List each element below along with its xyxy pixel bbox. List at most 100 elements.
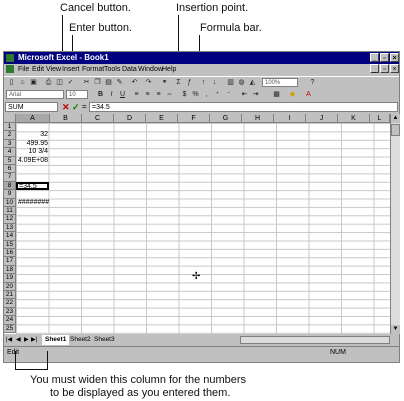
menu-edit[interactable]: Edit xyxy=(32,64,44,75)
save-icon[interactable]: ▣ xyxy=(29,78,38,87)
increase-indent-icon[interactable]: ⇥ xyxy=(251,90,260,99)
row-header[interactable]: 15 xyxy=(4,240,16,249)
borders-icon[interactable]: ▦ xyxy=(272,90,281,99)
undo-icon[interactable]: ↶ xyxy=(130,78,139,87)
row-header[interactable]: 10 xyxy=(4,198,16,207)
horizontal-scrollbar[interactable] xyxy=(240,336,390,344)
row-header[interactable]: 18 xyxy=(4,265,16,275)
next-sheet-icon[interactable]: ▶ xyxy=(24,335,29,345)
select-all-corner[interactable] xyxy=(4,114,16,123)
cell-a3[interactable]: 499.95 xyxy=(16,140,48,148)
row-header[interactable]: 25 xyxy=(4,324,16,333)
help-icon[interactable]: ? xyxy=(308,78,317,87)
row-header[interactable]: 17 xyxy=(4,257,16,266)
function-icon[interactable]: ƒ xyxy=(185,78,194,87)
cancel-button[interactable]: ✕ xyxy=(62,103,70,112)
close-button[interactable]: × xyxy=(390,53,399,62)
formula-input[interactable]: =34.5 xyxy=(89,102,398,112)
font-size-select[interactable]: 10 xyxy=(66,90,88,99)
row-header[interactable]: 12 xyxy=(4,215,16,224)
zoom-select[interactable]: 100% xyxy=(262,78,298,87)
align-center-icon[interactable]: ≡ xyxy=(143,90,152,99)
row-header[interactable]: 14 xyxy=(4,232,16,241)
menu-file[interactable]: File xyxy=(18,64,29,75)
row-header[interactable]: 2 xyxy=(4,131,16,140)
column-header-b[interactable]: B xyxy=(50,114,82,123)
row-header[interactable]: 24 xyxy=(4,316,16,325)
map-icon[interactable]: ◍ xyxy=(237,78,246,87)
row-header[interactable]: 21 xyxy=(4,291,16,300)
increase-decimal-icon[interactable]: ⁺ xyxy=(213,90,222,99)
column-header-d[interactable]: D xyxy=(114,114,146,123)
row-header[interactable]: 7 xyxy=(4,173,16,182)
row-header[interactable]: 13 xyxy=(4,223,16,233)
italic-button[interactable]: I xyxy=(107,90,116,99)
enter-button[interactable]: ✓ xyxy=(72,103,80,112)
name-box[interactable]: SUM xyxy=(5,102,58,112)
align-right-icon[interactable]: ≡ xyxy=(154,90,163,99)
column-header-l[interactable]: L xyxy=(370,114,390,123)
menu-format[interactable]: Format xyxy=(82,64,104,75)
column-header-a[interactable]: A xyxy=(16,114,50,123)
first-sheet-icon[interactable]: |◀ xyxy=(6,335,12,345)
hyperlink-icon[interactable]: ⚭ xyxy=(160,78,169,87)
menu-view[interactable]: View xyxy=(46,64,61,75)
merge-center-icon[interactable]: ⇔ xyxy=(165,90,174,99)
cell-a4[interactable]: 10 3/4 xyxy=(16,148,48,156)
row-header[interactable]: 4 xyxy=(4,148,16,157)
drawing-icon[interactable]: ◭ xyxy=(248,78,257,87)
chart-wizard-icon[interactable]: ▥ xyxy=(226,78,235,87)
column-header-f[interactable]: F xyxy=(178,114,210,123)
format-painter-icon[interactable]: ✎ xyxy=(115,78,124,87)
document-icon[interactable] xyxy=(6,65,14,73)
cell-a2[interactable]: 32 xyxy=(16,131,48,139)
column-header-i[interactable]: I xyxy=(274,114,306,123)
spelling-icon[interactable]: ✓ xyxy=(66,78,75,87)
open-icon[interactable]: ⌂ xyxy=(18,78,27,87)
scroll-thumb[interactable] xyxy=(391,124,400,136)
sort-desc-icon[interactable]: ↓ xyxy=(210,78,219,87)
bold-button[interactable]: B xyxy=(96,90,105,99)
row-header[interactable]: 8 xyxy=(4,181,16,191)
menu-help[interactable]: Help xyxy=(162,64,176,75)
column-header-h[interactable]: H xyxy=(242,114,274,123)
column-header-k[interactable]: K xyxy=(338,114,370,123)
sheet-tab-sheet1[interactable]: Sheet1 xyxy=(42,335,70,345)
row-header[interactable]: 6 xyxy=(4,165,16,174)
copy-icon[interactable]: ❐ xyxy=(93,78,102,87)
sheet-tab-sheet2[interactable]: Sheet2 xyxy=(70,335,91,345)
column-header-c[interactable]: C xyxy=(82,114,114,123)
row-header[interactable]: 11 xyxy=(4,207,16,216)
decrease-decimal-icon[interactable]: ⁻ xyxy=(224,90,233,99)
underline-button[interactable]: U xyxy=(118,90,127,99)
sheet-tab-sheet3[interactable]: Sheet3 xyxy=(94,335,115,345)
scroll-down-arrow-icon[interactable]: ▼ xyxy=(391,325,400,334)
prev-sheet-icon[interactable]: ◀ xyxy=(16,335,21,345)
last-sheet-icon[interactable]: ▶| xyxy=(31,335,37,345)
currency-icon[interactable]: $ xyxy=(180,90,189,99)
paste-icon[interactable]: ▤ xyxy=(104,78,113,87)
column-header-g[interactable]: G xyxy=(210,114,242,123)
vertical-scrollbar[interactable]: ▲ ▼ xyxy=(390,114,400,334)
menu-tools[interactable]: Tools xyxy=(104,64,120,75)
cut-icon[interactable]: ✂ xyxy=(82,78,91,87)
scroll-up-arrow-icon[interactable]: ▲ xyxy=(391,114,400,123)
row-header[interactable]: 9 xyxy=(4,190,16,199)
row-header[interactable]: 1 xyxy=(4,123,16,132)
column-header-j[interactable]: J xyxy=(306,114,338,123)
row-header[interactable]: 22 xyxy=(4,299,16,308)
row-header[interactable]: 23 xyxy=(4,307,16,317)
cell-a8-active[interactable]: =34.5 xyxy=(16,181,49,191)
autosum-icon[interactable]: Σ xyxy=(174,78,183,87)
fill-color-icon[interactable]: ◆ xyxy=(288,90,297,99)
align-left-icon[interactable]: ≡ xyxy=(132,90,141,99)
menu-data[interactable]: Data xyxy=(122,64,137,75)
row-header[interactable]: 5 xyxy=(4,156,16,165)
doc-minimize-button[interactable]: _ xyxy=(370,64,379,73)
row-header[interactable]: 16 xyxy=(4,249,16,258)
worksheet-grid[interactable]: A B C D E F G H I J K L 1 2 3 4 5 6 7 8 … xyxy=(4,114,390,334)
column-header-e[interactable]: E xyxy=(146,114,178,123)
comma-icon[interactable]: , xyxy=(202,90,211,99)
print-icon[interactable]: ⎙ xyxy=(44,78,53,87)
preview-icon[interactable]: ◫ xyxy=(55,78,64,87)
